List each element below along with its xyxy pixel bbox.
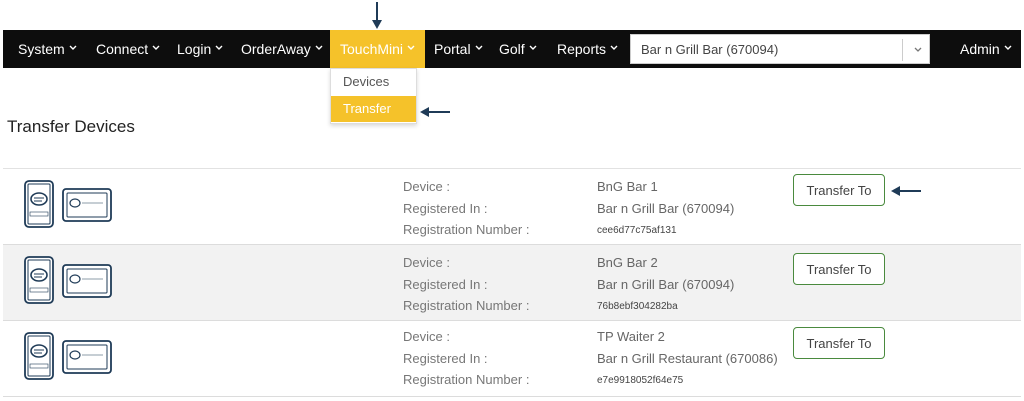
- chevron-down-icon: [529, 45, 537, 51]
- device-label: Device :: [403, 329, 450, 344]
- nav-connect[interactable]: Connect: [96, 30, 160, 68]
- orderaway-phone-icon: [24, 332, 54, 380]
- registered-in-value: Bar n Grill Restaurant (670086): [597, 351, 778, 366]
- annotation-arrow-left: [420, 107, 450, 117]
- orderaway-phone-icon: [24, 180, 54, 228]
- main-navbar: System Connect Login OrderAway TouchMini…: [3, 30, 1021, 68]
- registration-number-label: Registration Number :: [403, 298, 530, 313]
- device-icons: [24, 332, 112, 380]
- registration-number-label: Registration Number :: [403, 372, 530, 387]
- device-icons: [24, 256, 112, 304]
- device-label: Device :: [403, 255, 450, 270]
- touchmini-dropdown: Devices Transfer: [330, 68, 417, 124]
- dropdown-item-transfer[interactable]: Transfer: [331, 96, 416, 122]
- chevron-down-icon: [610, 45, 618, 51]
- device-icons: [24, 180, 112, 228]
- device-row: Device : Registered In : Registration Nu…: [3, 169, 1021, 245]
- nav-admin[interactable]: Admin: [960, 30, 1012, 68]
- device-row: Device : Registered In : Registration Nu…: [3, 321, 1021, 397]
- device-row: Device : Registered In : Registration Nu…: [3, 245, 1021, 321]
- chevron-down-icon: [914, 47, 922, 52]
- registered-in-value: Bar n Grill Bar (670094): [597, 277, 735, 292]
- orderaway-phone-icon: [24, 256, 54, 304]
- chevron-down-icon: [69, 45, 77, 51]
- chevron-down-icon: [315, 45, 323, 51]
- nav-golf[interactable]: Golf: [499, 30, 537, 68]
- chevron-down-icon: [475, 45, 483, 51]
- device-name: BnG Bar 2: [597, 255, 658, 270]
- registration-number-value: e7e9918052f64e75: [597, 375, 684, 386]
- select-divider: [902, 39, 903, 61]
- registered-in-label: Registered In :: [403, 201, 488, 216]
- nav-system[interactable]: System: [18, 30, 77, 68]
- registration-number-label: Registration Number :: [403, 222, 530, 237]
- transfer-to-button[interactable]: Transfer To: [793, 327, 885, 359]
- location-select-value: Bar n Grill Bar (670094): [641, 42, 779, 57]
- device-name: BnG Bar 1: [597, 179, 658, 194]
- page-title: Transfer Devices: [7, 117, 135, 136]
- device-name: TP Waiter 2: [597, 329, 665, 344]
- transfer-to-button[interactable]: Transfer To: [793, 174, 885, 206]
- dropdown-item-devices[interactable]: Devices: [331, 69, 416, 95]
- nav-reports[interactable]: Reports: [557, 30, 618, 68]
- orderaway-tablet-icon: [62, 340, 112, 374]
- orderaway-tablet-icon: [62, 188, 112, 222]
- device-list: Device : Registered In : Registration Nu…: [3, 168, 1021, 397]
- chevron-down-icon: [152, 45, 160, 51]
- registered-in-value: Bar n Grill Bar (670094): [597, 201, 735, 216]
- device-label: Device :: [403, 179, 450, 194]
- registered-in-label: Registered In :: [403, 277, 488, 292]
- nav-login[interactable]: Login: [177, 30, 223, 68]
- nav-touchmini[interactable]: TouchMini: [330, 30, 426, 68]
- transfer-to-button[interactable]: Transfer To: [793, 253, 885, 285]
- nav-orderaway[interactable]: OrderAway: [241, 30, 323, 68]
- registered-in-label: Registered In :: [403, 351, 488, 366]
- registration-number-value: cee6d77c75af131: [597, 225, 677, 236]
- orderaway-tablet-icon: [62, 264, 112, 298]
- registration-number-value: 76b8ebf304282ba: [597, 301, 678, 312]
- chevron-down-icon: [1004, 45, 1012, 51]
- annotation-arrow-left: [891, 186, 921, 196]
- chevron-down-icon: [407, 45, 415, 51]
- location-select[interactable]: Bar n Grill Bar (670094): [630, 34, 930, 64]
- annotation-arrow-down: [372, 2, 382, 30]
- nav-portal[interactable]: Portal: [434, 30, 483, 68]
- chevron-down-icon: [215, 45, 223, 51]
